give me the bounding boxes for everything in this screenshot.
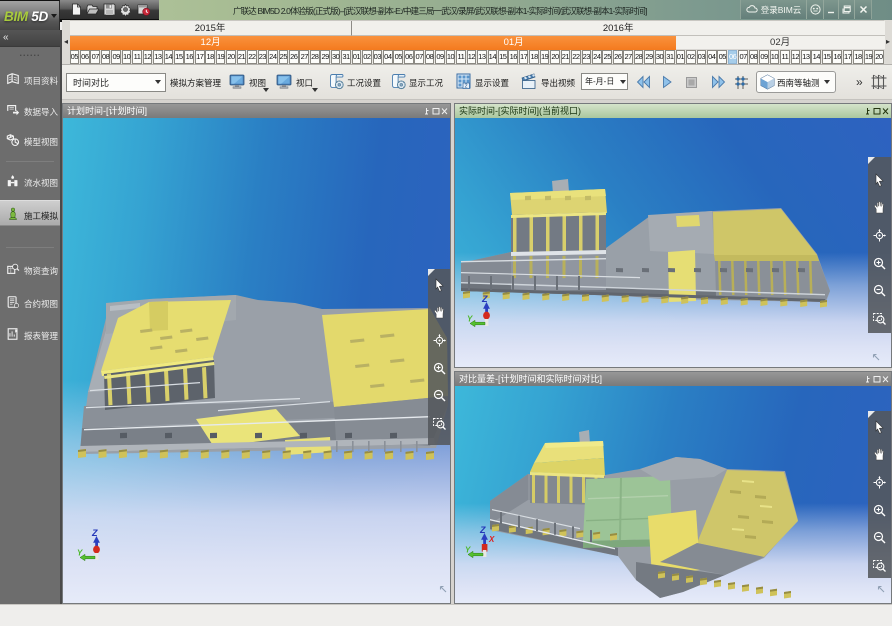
svg-text:Z: Z <box>481 294 488 304</box>
svg-text:Z: Z <box>91 528 98 538</box>
svg-text:X: X <box>488 535 495 544</box>
svg-text:Y: Y <box>77 549 83 558</box>
svg-text:Y: Y <box>465 546 471 555</box>
svg-text:Y: Y <box>467 315 473 324</box>
svg-text:Z: Z <box>479 525 486 535</box>
svg-text:2: 2 <box>464 84 467 90</box>
